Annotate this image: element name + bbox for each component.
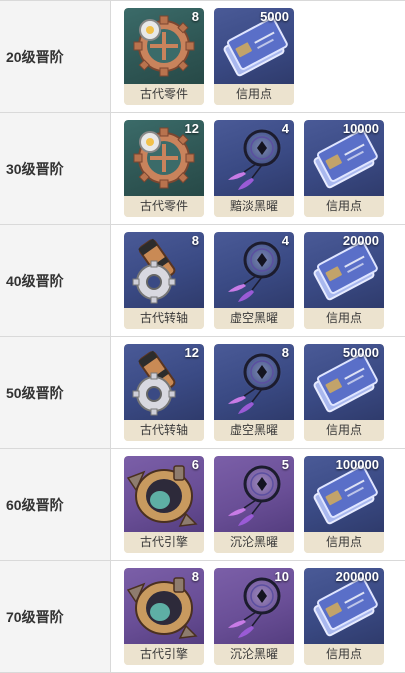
material-name: 沉沦黑曜: [214, 532, 294, 553]
material-name: 虚空黑曜: [214, 308, 294, 329]
ascension-row: 50级晋阶 12 古代转轴 8 虚空黑曜 50000 信用点: [0, 337, 405, 449]
dreamcatcher-icon: 8: [214, 344, 294, 420]
ascension-row: 70级晋阶 8 古代引擎 10 沉沦黑曜 200000 信用点: [0, 561, 405, 673]
material-name: 信用点: [304, 644, 384, 665]
material-count: 12: [184, 121, 199, 136]
material-item[interactable]: 4 虚空黑曜: [214, 232, 294, 329]
material-count: 8: [191, 233, 199, 248]
credit-card-icon: 200000: [304, 568, 384, 644]
gear-icon: 12: [124, 120, 204, 196]
ascension-row: 20级晋阶 8 古代零件 5000 信用点: [0, 1, 405, 113]
material-item[interactable]: 4 黯淡黑曜: [214, 120, 294, 217]
spindle-icon: 8: [124, 232, 204, 308]
material-item[interactable]: 8 古代转轴: [124, 232, 204, 329]
spindle-icon: 12: [124, 344, 204, 420]
ascension-level-label: 40级晋阶: [0, 225, 111, 336]
material-name: 信用点: [304, 420, 384, 441]
material-count: 100000: [335, 457, 379, 472]
material-item[interactable]: 50000 信用点: [304, 344, 384, 441]
material-count: 4: [281, 233, 289, 248]
material-name: 沉沦黑曜: [214, 644, 294, 665]
engine-icon: 8: [124, 568, 204, 644]
ascension-row: 60级晋阶 6 古代引擎 5 沉沦黑曜 100000 信用点: [0, 449, 405, 561]
ascension-level-label: 60级晋阶: [0, 449, 111, 560]
material-list: 6 古代引擎 5 沉沦黑曜 100000 信用点: [111, 449, 405, 560]
dreamcatcher-icon: 5: [214, 456, 294, 532]
dreamcatcher-icon: 10: [214, 568, 294, 644]
material-item[interactable]: 5 沉沦黑曜: [214, 456, 294, 553]
material-count: 20000: [342, 233, 379, 248]
material-item[interactable]: 20000 信用点: [304, 232, 384, 329]
gear-icon: 8: [124, 8, 204, 84]
material-count: 6: [191, 457, 199, 472]
ascension-row: 40级晋阶 8 古代转轴 4 虚空黑曜 20000 信用点: [0, 225, 405, 337]
material-name: 古代转轴: [124, 420, 204, 441]
material-name: 虚空黑曜: [214, 420, 294, 441]
ascension-level-label: 70级晋阶: [0, 561, 111, 672]
material-item[interactable]: 100000 信用点: [304, 456, 384, 553]
credit-card-icon: 50000: [304, 344, 384, 420]
material-name: 信用点: [304, 308, 384, 329]
material-item[interactable]: 8 古代引擎: [124, 568, 204, 665]
material-name: 古代引擎: [124, 644, 204, 665]
material-count: 10000: [342, 121, 379, 136]
material-count: 200000: [335, 569, 379, 584]
material-item[interactable]: 10000 信用点: [304, 120, 384, 217]
material-count: 50000: [342, 345, 379, 360]
ascension-row: 30级晋阶 12 古代零件 4 黯淡黑曜 10000 信用点: [0, 113, 405, 225]
material-count: 4: [281, 121, 289, 136]
material-count: 5: [281, 457, 289, 472]
dreamcatcher-icon: 4: [214, 120, 294, 196]
material-list: 12 古代转轴 8 虚空黑曜 50000 信用点: [111, 337, 405, 448]
material-item[interactable]: 8 虚空黑曜: [214, 344, 294, 441]
material-name: 信用点: [304, 196, 384, 217]
material-name: 信用点: [304, 532, 384, 553]
material-item[interactable]: 200000 信用点: [304, 568, 384, 665]
material-name: 古代引擎: [124, 532, 204, 553]
ascension-level-label: 20级晋阶: [0, 1, 111, 112]
material-name: 古代零件: [124, 196, 204, 217]
credit-card-icon: 5000: [214, 8, 294, 84]
credit-card-icon: 10000: [304, 120, 384, 196]
material-item[interactable]: 12 古代转轴: [124, 344, 204, 441]
material-count: 10: [274, 569, 289, 584]
material-count: 5000: [260, 9, 289, 24]
material-item[interactable]: 12 古代零件: [124, 120, 204, 217]
material-list: 8 古代引擎 10 沉沦黑曜 200000 信用点: [111, 561, 405, 672]
material-count: 8: [191, 569, 199, 584]
ascension-level-label: 50级晋阶: [0, 337, 111, 448]
material-list: 8 古代转轴 4 虚空黑曜 20000 信用点: [111, 225, 405, 336]
material-name: 古代零件: [124, 84, 204, 105]
dreamcatcher-icon: 4: [214, 232, 294, 308]
material-count: 8: [281, 345, 289, 360]
material-item[interactable]: 8 古代零件: [124, 8, 204, 105]
material-name: 古代转轴: [124, 308, 204, 329]
material-item[interactable]: 10 沉沦黑曜: [214, 568, 294, 665]
material-count: 8: [191, 9, 199, 24]
ascension-materials-table: 20级晋阶 8 古代零件 5000 信用点 30级晋阶 12 古代零件 4 黯淡…: [0, 0, 405, 673]
ascension-level-label: 30级晋阶: [0, 113, 111, 224]
material-item[interactable]: 5000 信用点: [214, 8, 294, 105]
material-name: 信用点: [214, 84, 294, 105]
material-name: 黯淡黑曜: [214, 196, 294, 217]
material-item[interactable]: 6 古代引擎: [124, 456, 204, 553]
material-count: 12: [184, 345, 199, 360]
engine-icon: 6: [124, 456, 204, 532]
material-list: 12 古代零件 4 黯淡黑曜 10000 信用点: [111, 113, 405, 224]
credit-card-icon: 100000: [304, 456, 384, 532]
material-list: 8 古代零件 5000 信用点: [111, 1, 405, 112]
credit-card-icon: 20000: [304, 232, 384, 308]
